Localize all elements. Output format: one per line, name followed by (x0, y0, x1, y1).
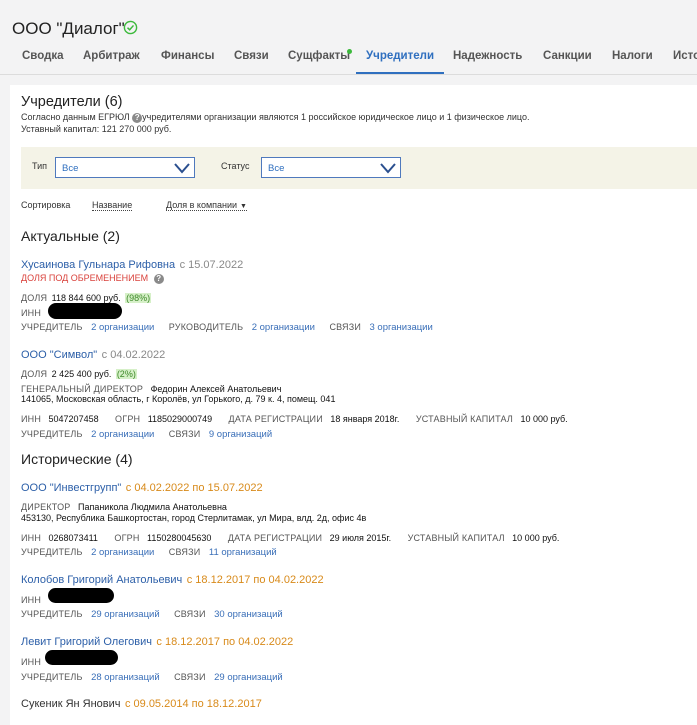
share-percent-badge: (2%) (115, 369, 137, 379)
founder-orgs-link[interactable]: 2 организации (91, 429, 154, 440)
tabs-divider (0, 74, 697, 75)
founder-orgs-link[interactable]: 29 организаций (91, 609, 160, 620)
links-orgs-link[interactable]: 30 организаций (214, 609, 283, 620)
caret-down-icon: ▼ (240, 203, 247, 210)
authorized-capital: Уставный капитал: 121 270 000 руб. (21, 124, 172, 134)
links-orgs-link[interactable]: 9 организаций (209, 429, 272, 440)
relations-row: УЧРЕДИТЕЛЬ 28 организаций СВЯЗИ 29 орган… (21, 672, 283, 683)
address-row: 141065, Московская область, г Королёв, у… (21, 394, 336, 404)
relations-row: УЧРЕДИТЕЛЬ 2 организации РУКОВОДИТЕЛЬ 2 … (21, 322, 433, 333)
verified-check-icon (123, 20, 138, 35)
tab-arbitration[interactable]: Арбитраж (83, 50, 140, 62)
founder-date: с 18.12.2017 по 04.02.2022 (186, 574, 324, 586)
status-filter-label: Статус (221, 161, 250, 171)
chevron-down-icon (380, 163, 396, 174)
new-indicator-dot (347, 49, 352, 54)
tab-facts[interactable]: Сущфакты (288, 50, 350, 62)
page-header: ООО "Диалог" Сводка Арбитраж Финансы Свя… (0, 0, 697, 78)
relations-row: УЧРЕДИТЕЛЬ 2 организации СВЯЗИ 11 органи… (21, 547, 277, 558)
sort-label: Сортировка (21, 200, 71, 210)
founder-date: с 15.07.2022 (179, 259, 244, 271)
manager-orgs-link[interactable]: 2 организации (252, 322, 315, 333)
links-orgs-link[interactable]: 3 организации (370, 322, 433, 333)
founder-date: с 04.02.2022 (101, 349, 166, 361)
founders-panel: Учредители (6) Согласно данным ЕГРЮЛ ? уч… (10, 85, 697, 725)
founder-item: ООО "Символ" с 04.02.2022 (21, 345, 165, 363)
relations-row: УЧРЕДИТЕЛЬ 2 организации СВЯЗИ 9 организ… (21, 429, 273, 440)
links-orgs-link[interactable]: 11 организаций (209, 547, 277, 558)
founder-orgs-link[interactable]: 28 организаций (91, 672, 160, 683)
tab-sanctions[interactable]: Санкции (543, 50, 592, 62)
founder-item: Хусаинова Гульнара Рифовна с 15.07.2022 (21, 255, 243, 273)
tab-founders[interactable]: Учредители (366, 50, 434, 62)
company-title: ООО "Диалог" (12, 19, 125, 38)
tab-finance[interactable]: Финансы (161, 50, 214, 62)
founder-name-link[interactable]: Колобов Григорий Анатольевич (21, 574, 182, 586)
founder-item: Сукеник Ян Янович с 09.05.2014 по 18.12.… (21, 694, 262, 712)
founder-orgs-link[interactable]: 2 организации (91, 322, 154, 333)
type-select[interactable]: Все (55, 157, 195, 178)
founder-name: Сукеник Ян Янович (21, 698, 121, 710)
founder-item: Левит Григорий Олегович с 18.12.2017 по … (21, 632, 293, 650)
share-percent-badge: (98%) (125, 293, 152, 303)
historical-section-title: Исторические (4) (21, 451, 133, 467)
founder-orgs-link[interactable]: 2 организации (91, 547, 154, 558)
sort-by-share[interactable]: Доля в компании ▼ (166, 200, 247, 211)
filter-bar: Тип Все Статус Все (21, 147, 697, 189)
redaction-mark (48, 588, 114, 603)
tab-taxes[interactable]: Налоги (612, 50, 653, 62)
current-section-title: Актуальные (2) (21, 228, 120, 244)
founder-date: с 18.12.2017 по 04.02.2022 (156, 636, 294, 648)
type-filter-label: Тип (32, 161, 48, 171)
tab-links[interactable]: Связи (234, 50, 269, 62)
founder-item: Колобов Григорий Анатольевич с 18.12.201… (21, 570, 324, 588)
founders-description: Согласно данным ЕГРЮЛ ? учредителями орга… (21, 112, 530, 123)
address-row: 453130, Республика Башкортостан, город С… (21, 513, 367, 523)
tab-reliability[interactable]: Надежность (453, 50, 522, 62)
help-icon[interactable]: ? (132, 112, 143, 123)
founder-item: ООО "Инвестгрупп" с 04.02.2022 по 15.07.… (21, 478, 263, 496)
links-orgs-link[interactable]: 29 организаций (214, 672, 283, 683)
encumbrance-label: ДОЛЯ ПОД ОБРЕМЕНЕНИЕМ ? (21, 273, 164, 284)
status-select[interactable]: Все (261, 157, 401, 178)
founder-name-link[interactable]: Левит Григорий Олегович (21, 636, 152, 648)
founder-date: с 04.02.2022 по 15.07.2022 (125, 482, 263, 494)
tab-history[interactable]: Исто (673, 50, 697, 62)
sort-by-name[interactable]: Название (92, 200, 133, 211)
relations-row: УЧРЕДИТЕЛЬ 29 организаций СВЯЗИ 30 орган… (21, 609, 283, 620)
founders-title: Учредители (6) (21, 94, 123, 110)
founder-name-link[interactable]: Хусаинова Гульнара Рифовна (21, 259, 175, 271)
founder-name-link[interactable]: ООО "Инвестгрупп" (21, 482, 121, 494)
chevron-down-icon (174, 163, 190, 174)
tab-summary[interactable]: Сводка (22, 50, 64, 62)
help-icon[interactable]: ? (153, 273, 164, 284)
redaction-mark (45, 650, 118, 665)
founder-name-link[interactable]: ООО "Символ" (21, 349, 97, 361)
founder-date: с 09.05.2014 по 18.12.2017 (124, 698, 262, 710)
tab-bar: Сводка Арбитраж Финансы Связи Сущфакты У… (0, 44, 697, 74)
